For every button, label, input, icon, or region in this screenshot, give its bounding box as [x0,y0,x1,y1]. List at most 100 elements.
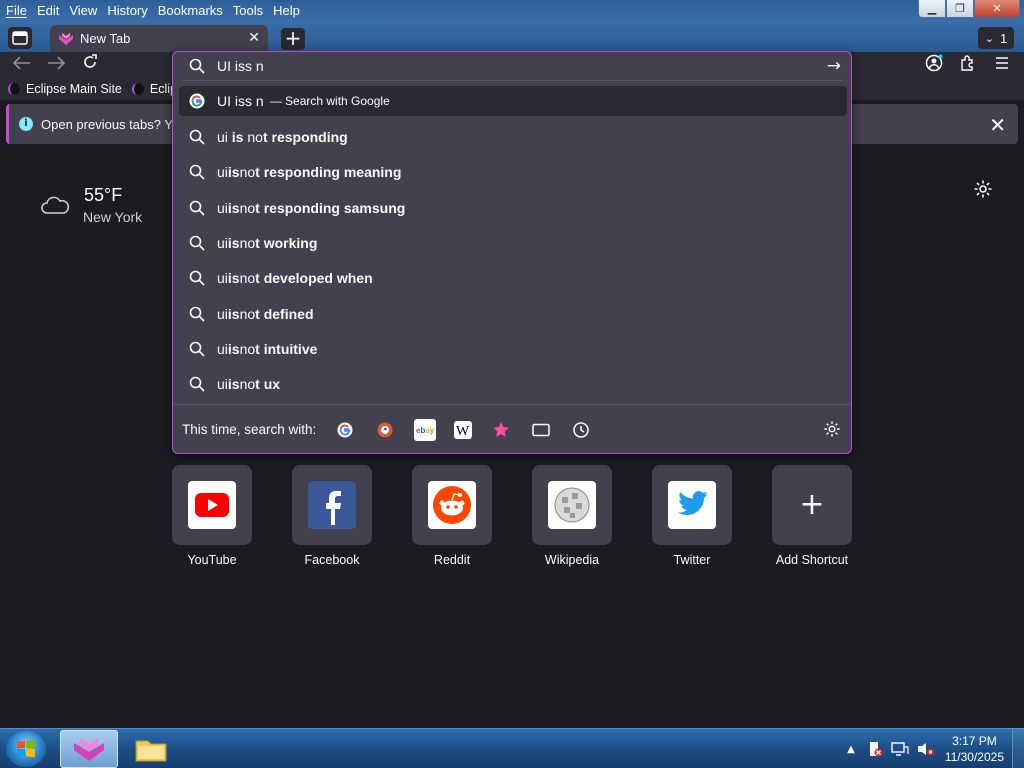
shortcut-label: Reddit [433,553,471,567]
back-button[interactable] [10,54,34,76]
suggestion-bold: t intuitive [255,341,318,357]
wikipedia-w-icon: W [456,424,470,437]
volume-muted-icon[interactable] [917,741,935,757]
all-tabs-button[interactable]: ⌄ 1 [978,27,1014,49]
app-menu-button[interactable] [990,54,1014,76]
ebay-icon: ebay [416,426,434,435]
suggestion-bold: t working [255,235,318,251]
windows-logo-icon [17,739,35,758]
start-button[interactable] [6,731,46,767]
account-icon [925,54,943,72]
menu-history[interactable]: History [107,3,147,18]
add-shortcut[interactable]: + Add Shortcut [772,465,852,567]
search-icon [189,270,205,286]
tab-list-button[interactable] [8,27,32,49]
suggestion-bold: is [227,200,240,216]
show-hidden-icons[interactable]: ▲ [847,744,855,755]
suggestion-bold: is [227,235,240,251]
suggestion-item[interactable]: ui is no t defined [179,299,847,329]
google-icon [337,422,353,437]
suggestion-item[interactable]: ui is no t ux [179,369,847,399]
suggestion-bold: is [227,341,240,357]
close-tab-icon[interactable]: ✕ [248,30,260,46]
shortcut-youtube[interactable]: YouTube [172,465,252,567]
folder-icon [135,740,167,762]
firefox-view-icon [12,31,28,45]
menu-file[interactable]: File [6,3,27,18]
taskbar-file-explorer[interactable] [122,730,180,768]
suggestion-plain: ui [217,376,228,392]
suggestion-item[interactable]: ui is no t developed when [179,263,847,293]
new-tab-button[interactable]: + [281,28,305,50]
menu-edit[interactable]: Edit [37,3,59,18]
tab-strip: New Tab ✕ + ⌄ 1 [0,24,1024,52]
show-desktop-button[interactable] [1012,729,1024,768]
suggestion-suffix: — Search with Google [269,94,390,108]
suggestion-search-google[interactable]: UI iss n — Search with Google [179,86,847,116]
shortcut-reddit[interactable]: Reddit [412,465,492,567]
engine-tabs[interactable] [530,419,552,441]
minimize-button[interactable]: ▁ [918,0,946,18]
engine-duckduckgo[interactable] [374,419,396,441]
weather-city: New York [83,209,143,225]
shortcut-wikipedia[interactable]: Wikipedia [532,465,612,567]
bookmark-eclipse-main-site[interactable]: Eclipse Main Site [8,82,122,96]
gear-icon [974,180,992,198]
suggestion-item[interactable]: ui is no t responding [179,122,847,152]
engine-wikipedia[interactable]: W [454,420,473,439]
menu-view[interactable]: View [69,3,97,18]
menu-help[interactable]: Help [273,3,300,18]
close-notification-icon[interactable]: ✕ [989,113,1006,137]
account-button[interactable] [922,54,946,76]
engine-bookmarks[interactable] [490,419,512,441]
suggestion-plain: no [239,376,256,392]
engine-history[interactable] [570,419,592,441]
clock-time: 3:17 PM [952,734,997,748]
cloud-icon [41,196,70,214]
window-controls: ▁ ❐ ✕ [918,0,1020,18]
personalize-button[interactable] [973,179,993,203]
chevron-down-icon: ⌄ [984,32,994,45]
eclipse-favicon-icon [131,83,144,95]
reload-button[interactable] [78,54,102,76]
menu-bookmarks[interactable]: Bookmarks [158,3,223,18]
search-icon [189,235,205,251]
engine-google[interactable] [334,419,356,441]
taskbar-browser[interactable] [60,730,118,768]
suggestion-item[interactable]: ui is no t responding meaning [179,157,847,187]
close-window-button[interactable]: ✕ [974,0,1020,18]
suggestion-plain: no [239,341,256,357]
suggestion-plain: no [239,306,256,322]
suggestion-bold: is [231,129,244,145]
suggestion-plain: ui [217,129,232,145]
action-center-warning-icon[interactable] [867,741,883,757]
forward-button[interactable] [44,54,68,76]
extensions-button[interactable] [956,54,980,76]
search-icon [189,341,205,357]
shortcut-tile [412,465,492,545]
engine-ebay[interactable]: ebay [414,418,437,441]
search-settings-button[interactable] [823,420,841,442]
clock[interactable]: 3:17 PM 11/30/2025 [945,733,1004,765]
suggestion-item[interactable]: ui is no t working [179,228,847,258]
urlbar-input[interactable]: UI iss n [173,52,851,79]
one-off-search-bar: This time, search with: ebay W [173,404,851,454]
shortcut-label: Facebook [304,553,360,567]
shortcut-label: Wikipedia [544,553,600,567]
network-icon[interactable] [891,741,909,757]
duckduckgo-icon [377,422,393,437]
suggestion-plain: ui [217,306,228,322]
suggestion-item[interactable]: ui is no t responding samsung [179,193,847,223]
menu-tools[interactable]: Tools [233,3,263,18]
taskbar: ▲ 3:17 PM 11/30/2025 [0,728,1024,768]
svg-text:W: W [456,424,470,437]
shortcut-facebook[interactable]: Facebook [292,465,372,567]
suggestion-plain: no [239,200,256,216]
suggestion-item[interactable]: ui is no t intuitive [179,334,847,364]
tab-new-tab[interactable]: New Tab ✕ [50,25,268,52]
shortcut-tile [172,465,252,545]
suggestion-bold: t ux [255,376,281,392]
go-arrow-icon[interactable]: → [827,56,841,76]
shortcut-twitter[interactable]: Twitter [652,465,732,567]
maximize-button[interactable]: ❐ [946,0,974,18]
